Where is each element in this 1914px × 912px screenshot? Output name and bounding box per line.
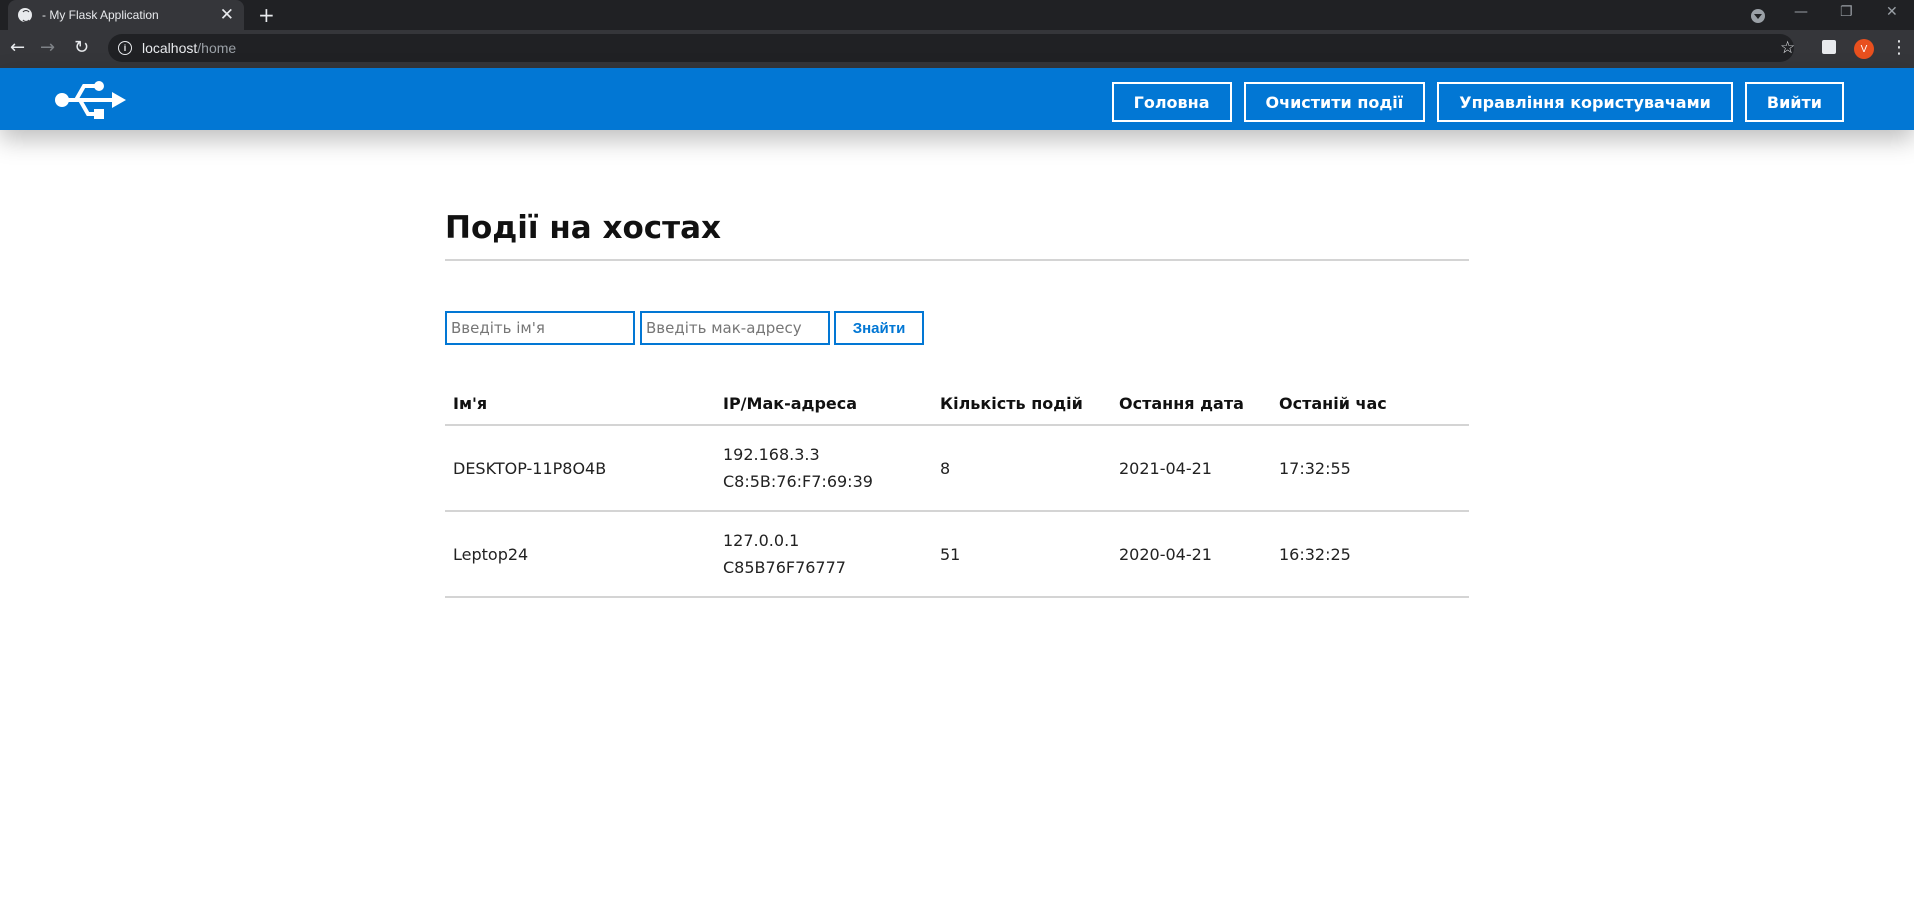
profile-avatar[interactable]: V [1854,39,1874,59]
globe-icon [18,8,32,22]
last-date-cell: 2021-04-21 [1111,425,1271,512]
page-title: Події на хостах [445,210,1469,261]
url-path: /home [197,40,237,56]
nav-home-button[interactable]: Головна [1111,82,1232,122]
main-content: Події на хостах Знайти Ім'я IP/Мак-адрес… [445,210,1469,598]
main-nav: Головна Очистити події Управління корист… [1111,82,1844,122]
window-close-button[interactable]: ✕ [1886,4,1898,20]
browser-menu-icon[interactable]: ⋮ [1890,37,1908,58]
search-button[interactable]: Знайти [834,311,924,345]
browser-toolbar: ← → ↻ i localhost/home [0,30,1914,68]
host-name-cell: DESKTOP-11P8O4B [445,425,715,512]
site-header: Головна Очистити події Управління корист… [0,68,1914,130]
browser-tabstrip: - My Flask Application ✕ + — ❐ ✕ [0,0,1914,30]
bookmark-star-icon[interactable]: ☆ [1780,38,1795,58]
last-time-cell: 16:32:25 [1271,511,1469,598]
table-row: DESKTOP-11P8O4B 192.168.3.3 C8:5B:76:F7:… [445,425,1469,512]
mac-search-input[interactable] [640,311,830,345]
host-name-cell: Leptop24 [445,511,715,598]
ip-mac-cell: 127.0.0.1 C85B76F76777 [715,511,932,598]
back-arrow-icon[interactable]: ← [10,37,25,59]
name-search-input[interactable] [445,311,635,345]
column-header-last-time: Останій час [1271,382,1469,426]
table-header-row: Ім'я IP/Мак-адреса Кількість подій Остан… [445,382,1469,426]
restore-button[interactable]: ❐ [1840,4,1853,20]
extensions-puzzle-icon[interactable] [1822,40,1836,54]
event-count-cell: 51 [932,511,1111,598]
forward-arrow-icon[interactable]: → [40,37,55,59]
nav-user-management-button[interactable]: Управління користувачами [1437,82,1733,122]
tab-title: - My Flask Application [42,8,159,22]
search-form: Знайти [445,311,924,345]
column-header-last-date: Остання дата [1111,382,1271,426]
nav-clear-events-button[interactable]: Очистити події [1243,82,1426,122]
last-time-cell: 17:32:55 [1271,425,1469,512]
tab-search-icon[interactable] [1751,9,1765,23]
last-date-cell: 2020-04-21 [1111,511,1271,598]
table-row: Leptop24 127.0.0.1 C85B76F76777 51 2020-… [445,511,1469,598]
event-count-cell: 8 [932,425,1111,512]
address-bar[interactable]: i localhost/home [108,34,1794,62]
ip-mac-cell: 192.168.3.3 C8:5B:76:F7:69:39 [715,425,932,512]
nav-logout-button[interactable]: Вийти [1744,82,1844,122]
ip-address: 127.0.0.1 [723,531,800,550]
column-header-event-count: Кількість подій [932,382,1111,426]
new-tab-button[interactable]: + [258,4,275,26]
mac-address: C85B76F76777 [723,558,846,577]
browser-tab[interactable]: - My Flask Application ✕ [8,0,244,30]
reload-icon[interactable]: ↻ [74,37,89,59]
ip-address: 192.168.3.3 [723,445,820,464]
hosts-table: Ім'я IP/Мак-адреса Кількість подій Остан… [445,382,1469,598]
usb-icon[interactable] [54,79,130,121]
column-header-ip-mac: IP/Мак-адреса [715,382,932,426]
tab-close-icon[interactable]: ✕ [220,7,234,24]
url-host: localhost [142,40,198,56]
minimize-button[interactable]: — [1794,4,1808,20]
site-info-icon[interactable]: i [118,41,132,55]
column-header-name: Ім'я [445,382,715,426]
mac-address: C8:5B:76:F7:69:39 [723,472,873,491]
